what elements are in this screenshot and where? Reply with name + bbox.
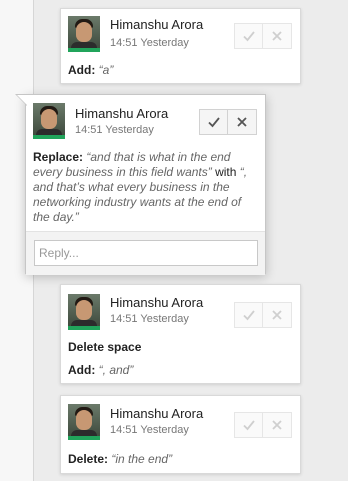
suggestion-text: Add: “, and”	[68, 363, 134, 377]
timestamp: 14:51 Yesterday	[110, 424, 189, 436]
author-color-bar	[68, 48, 100, 52]
avatar	[68, 16, 100, 48]
reject-suggestion-button[interactable]	[228, 109, 257, 135]
reject-suggestion-button[interactable]	[263, 302, 292, 328]
check-icon	[207, 117, 220, 128]
close-icon	[272, 31, 282, 41]
check-icon	[242, 420, 255, 431]
suggestion-card[interactable]: Himanshu Arora 14:51 Yesterday Delete sp…	[60, 284, 301, 384]
check-icon	[242, 310, 255, 321]
close-icon	[272, 310, 282, 320]
suggestion-text: Delete space	[68, 340, 142, 354]
accept-suggestion-button[interactable]	[234, 302, 263, 328]
timestamp: 14:51 Yesterday	[110, 313, 189, 325]
author-color-bar	[33, 135, 65, 139]
author-color-bar	[68, 326, 100, 330]
timestamp: 14:51 Yesterday	[75, 124, 154, 136]
suggestion-card[interactable]: Himanshu Arora 14:51 Yesterday Add: “a”	[60, 8, 301, 84]
anchor-arrow	[15, 94, 27, 106]
author-name: Himanshu Arora	[110, 295, 204, 310]
check-icon	[242, 31, 255, 42]
close-icon	[272, 420, 282, 430]
avatar	[68, 294, 100, 326]
author-name: Himanshu Arora	[110, 17, 204, 32]
reply-area	[26, 231, 265, 275]
avatar	[33, 103, 65, 135]
reply-input[interactable]	[34, 240, 258, 266]
reject-suggestion-button[interactable]	[263, 23, 292, 49]
suggestion-text: Replace: “and that is what in the end ev…	[33, 150, 248, 224]
suggestion-text: Add: “a”	[68, 63, 114, 77]
accept-suggestion-button[interactable]	[199, 109, 228, 135]
timestamp: 14:51 Yesterday	[110, 37, 189, 49]
suggestion-card[interactable]: Himanshu Arora 14:51 Yesterday Delete: “…	[60, 395, 301, 474]
close-icon	[237, 117, 247, 127]
author-name: Himanshu Arora	[75, 106, 169, 121]
accept-suggestion-button[interactable]	[234, 23, 263, 49]
suggestion-text: Delete: “in the end”	[68, 452, 173, 466]
author-color-bar	[68, 436, 100, 440]
accept-suggestion-button[interactable]	[234, 412, 263, 438]
suggestion-card-active[interactable]: Himanshu Arora 14:51 Yesterday Replace: …	[15, 94, 266, 275]
author-name: Himanshu Arora	[110, 406, 204, 421]
avatar	[68, 404, 100, 436]
reject-suggestion-button[interactable]	[263, 412, 292, 438]
